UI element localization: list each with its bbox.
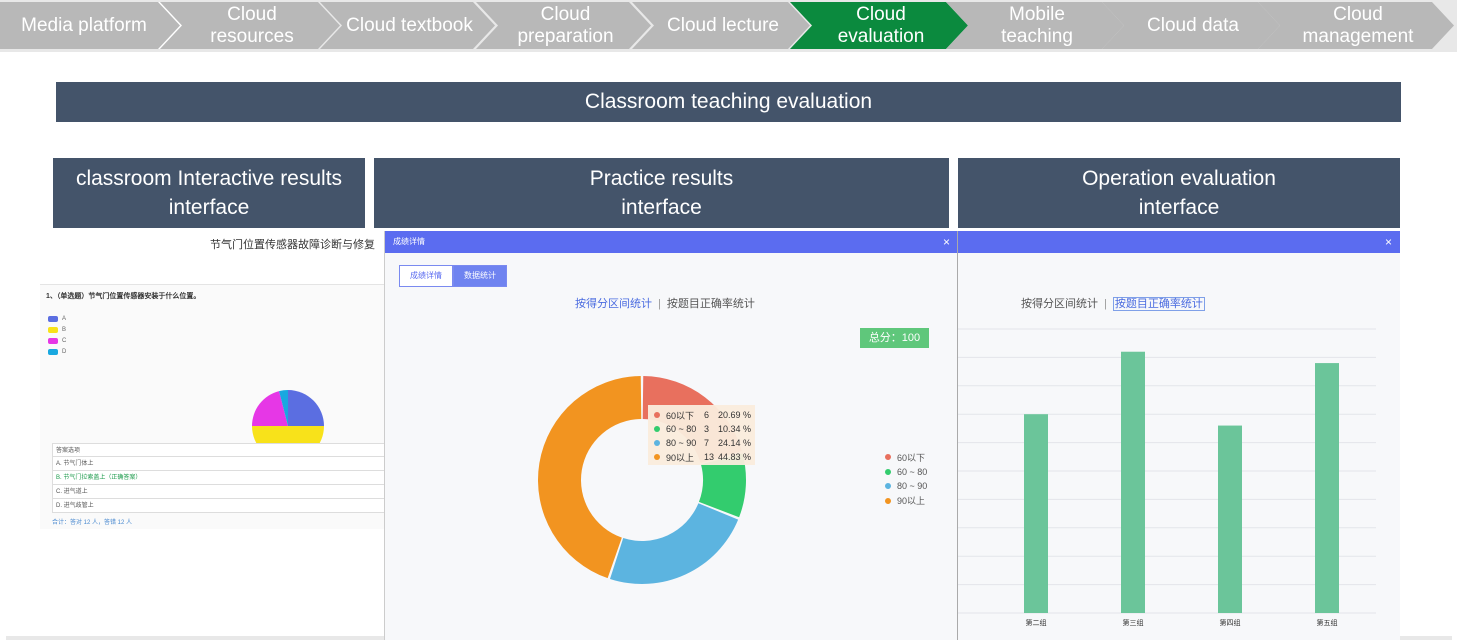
legend-item[interactable]: 60以下 (885, 450, 927, 465)
legend-item[interactable]: 60 ~ 80 (885, 465, 927, 480)
top-nav: Media platform Cloud resources Cloud tex… (0, 0, 1457, 52)
bar[interactable] (1315, 363, 1339, 613)
x-tick-label: 第四组 (1220, 618, 1241, 627)
chart-tooltip: 60以下 6 20.69 % 60 ~ 80 3 10.34 % 80 ~ 90 7 24.… (648, 405, 755, 465)
tooltip-row: 60 ~ 80 3 10.34 % (654, 422, 755, 436)
nav-item-cloud-lecture[interactable]: Cloud lecture (632, 2, 810, 49)
tooltip-count: 13 (704, 452, 715, 462)
option-row: C. 进气道上 (52, 485, 386, 499)
section-header-line: interface (621, 196, 702, 219)
group-accuracy-bar-chart: 第二组 第三组 第四组 第五组 (958, 328, 1376, 627)
tooltip-pct: 10.34 % (718, 424, 752, 434)
interactive-results-panel: 节气门位置传感器故障诊断与修复 1、（单选题）节气门位置传感器安装于什么位置。 … (40, 232, 386, 532)
course-title: 节气门位置传感器故障诊断与修复 (210, 239, 375, 251)
donut-slice-2[interactable] (609, 503, 739, 584)
x-tick-label: 第三组 (1123, 618, 1144, 627)
legend-label: A (62, 315, 67, 322)
bar[interactable] (1218, 425, 1242, 613)
page-banner: Classroom teaching evaluation (56, 82, 1401, 122)
nav-label: Cloud data (1147, 14, 1239, 36)
legend-label: 60以下 (897, 452, 926, 463)
nav-label: Media platform (21, 14, 147, 36)
x-tick-label: 第二组 (1026, 618, 1047, 627)
nav-item-cloud-data[interactable]: Cloud data (1102, 2, 1280, 49)
operation-evaluation-dialog: × 按得分区间统计 | 按题目正确率统计 第二组 第三组 第四组 第五组 (957, 231, 1400, 640)
legend-item[interactable]: 90以上 (885, 494, 927, 509)
tooltip-count: 6 (704, 410, 710, 420)
section-header-line: classroom Interactive results (75, 167, 343, 190)
x-tick-label: 第五组 (1317, 618, 1338, 627)
tooltip-dot (654, 454, 660, 460)
tooltip-range: 60以下 (666, 410, 695, 421)
section-header-interactive: classroom Interactive results interface (53, 158, 365, 228)
tooltip-row: 80 ~ 90 7 24.14 % (654, 436, 755, 450)
donut-legend: 60以下 60 ~ 80 80 ~ 90 90以上 (885, 450, 927, 508)
tooltip-dot (654, 412, 660, 418)
option-row: A. 节气门体上 (52, 457, 386, 471)
answer-summary: 合计：答对 12 人，答错 12 人 (52, 520, 133, 526)
options-table: 答案选项 A. 节气门体上 B. 节气门拉索盖上（正确答案） C. 进气道上 D… (52, 443, 386, 513)
bar[interactable] (1121, 351, 1145, 613)
bar[interactable] (1024, 414, 1048, 613)
legend-label: 60 ~ 80 (897, 466, 928, 477)
tooltip-dot (654, 426, 660, 432)
pie-slice-a[interactable] (288, 390, 324, 426)
tooltip-dot (654, 440, 660, 446)
nav-label: Cloud lecture (667, 14, 779, 36)
nav-label: Cloud textbook (346, 14, 473, 36)
legend-dot (885, 454, 891, 461)
section-header-practice: Practice results interface (374, 158, 949, 228)
legend-label: 80 ~ 90 (897, 481, 928, 492)
legend-swatch (48, 315, 58, 322)
nav-label: Mobile teaching (1001, 3, 1073, 47)
section-header-line: interface (168, 196, 250, 219)
nav-label: Cloud resources (210, 3, 294, 47)
tooltip-pct: 20.69 % (718, 410, 752, 420)
nav-item-media-platform[interactable]: Media platform (0, 2, 180, 49)
legend-item[interactable]: A (48, 313, 66, 324)
practice-results-dialog: 成绩详情 × 成绩详情 数据统计 按得分区间统计 | 按题目正确率统计 总分：100… (384, 231, 958, 640)
nav-item-mobile-teaching[interactable]: Mobile teaching (946, 2, 1124, 49)
legend-dot (885, 497, 891, 504)
section-header-line: interface (1138, 196, 1220, 219)
options-header: 答案选项 (52, 443, 386, 457)
section-header-line: Practice results (589, 167, 734, 190)
nav-item-cloud-preparation[interactable]: Cloud preparation (476, 2, 651, 49)
section-header-operation: Operation evaluation interface (958, 158, 1400, 228)
legend-label: 90以上 (897, 496, 926, 507)
legend-dot (885, 468, 891, 475)
legend-item[interactable]: 80 ~ 90 (885, 479, 927, 494)
nav-item-cloud-textbook[interactable]: Cloud textbook (320, 2, 495, 49)
nav-label: Cloud evaluation (837, 3, 925, 47)
tooltip-pct: 24.14 % (718, 438, 752, 448)
question-text: 1、（单选题）节气门位置传感器安装于什么位置。 (46, 293, 201, 300)
tooltip-range: 80 ~ 90 (666, 438, 697, 448)
tooltip-row: 60以下 6 20.69 % (654, 408, 755, 422)
nav-item-cloud-evaluation[interactable]: Cloud evaluation (790, 2, 968, 49)
nav-item-cloud-management[interactable]: Cloud management (1258, 2, 1454, 49)
tooltip-count: 7 (704, 438, 710, 448)
section-header-line: Operation evaluation (1082, 167, 1276, 190)
tooltip-range: 90以上 (666, 452, 695, 463)
tooltip-pct: 44.83 % (718, 452, 752, 462)
tooltip-row: 90以上 13 44.83 % (654, 450, 755, 464)
nav-label: Cloud preparation (517, 3, 614, 47)
nav-label: Cloud management (1302, 3, 1414, 47)
tooltip-count: 3 (704, 424, 710, 434)
nav-item-cloud-resources[interactable]: Cloud resources (160, 2, 340, 49)
option-row: D. 进气歧管上 (52, 499, 386, 513)
tooltip-range: 60 ~ 80 (666, 424, 697, 434)
legend-dot (885, 483, 891, 490)
banner-title: Classroom teaching evaluation (584, 90, 873, 113)
option-row-correct: B. 节气门拉索盖上（正确答案） (52, 471, 386, 485)
question-card: 1、（单选题）节气门位置传感器安装于什么位置。 A B C D 答案选项 A. … (40, 284, 386, 529)
